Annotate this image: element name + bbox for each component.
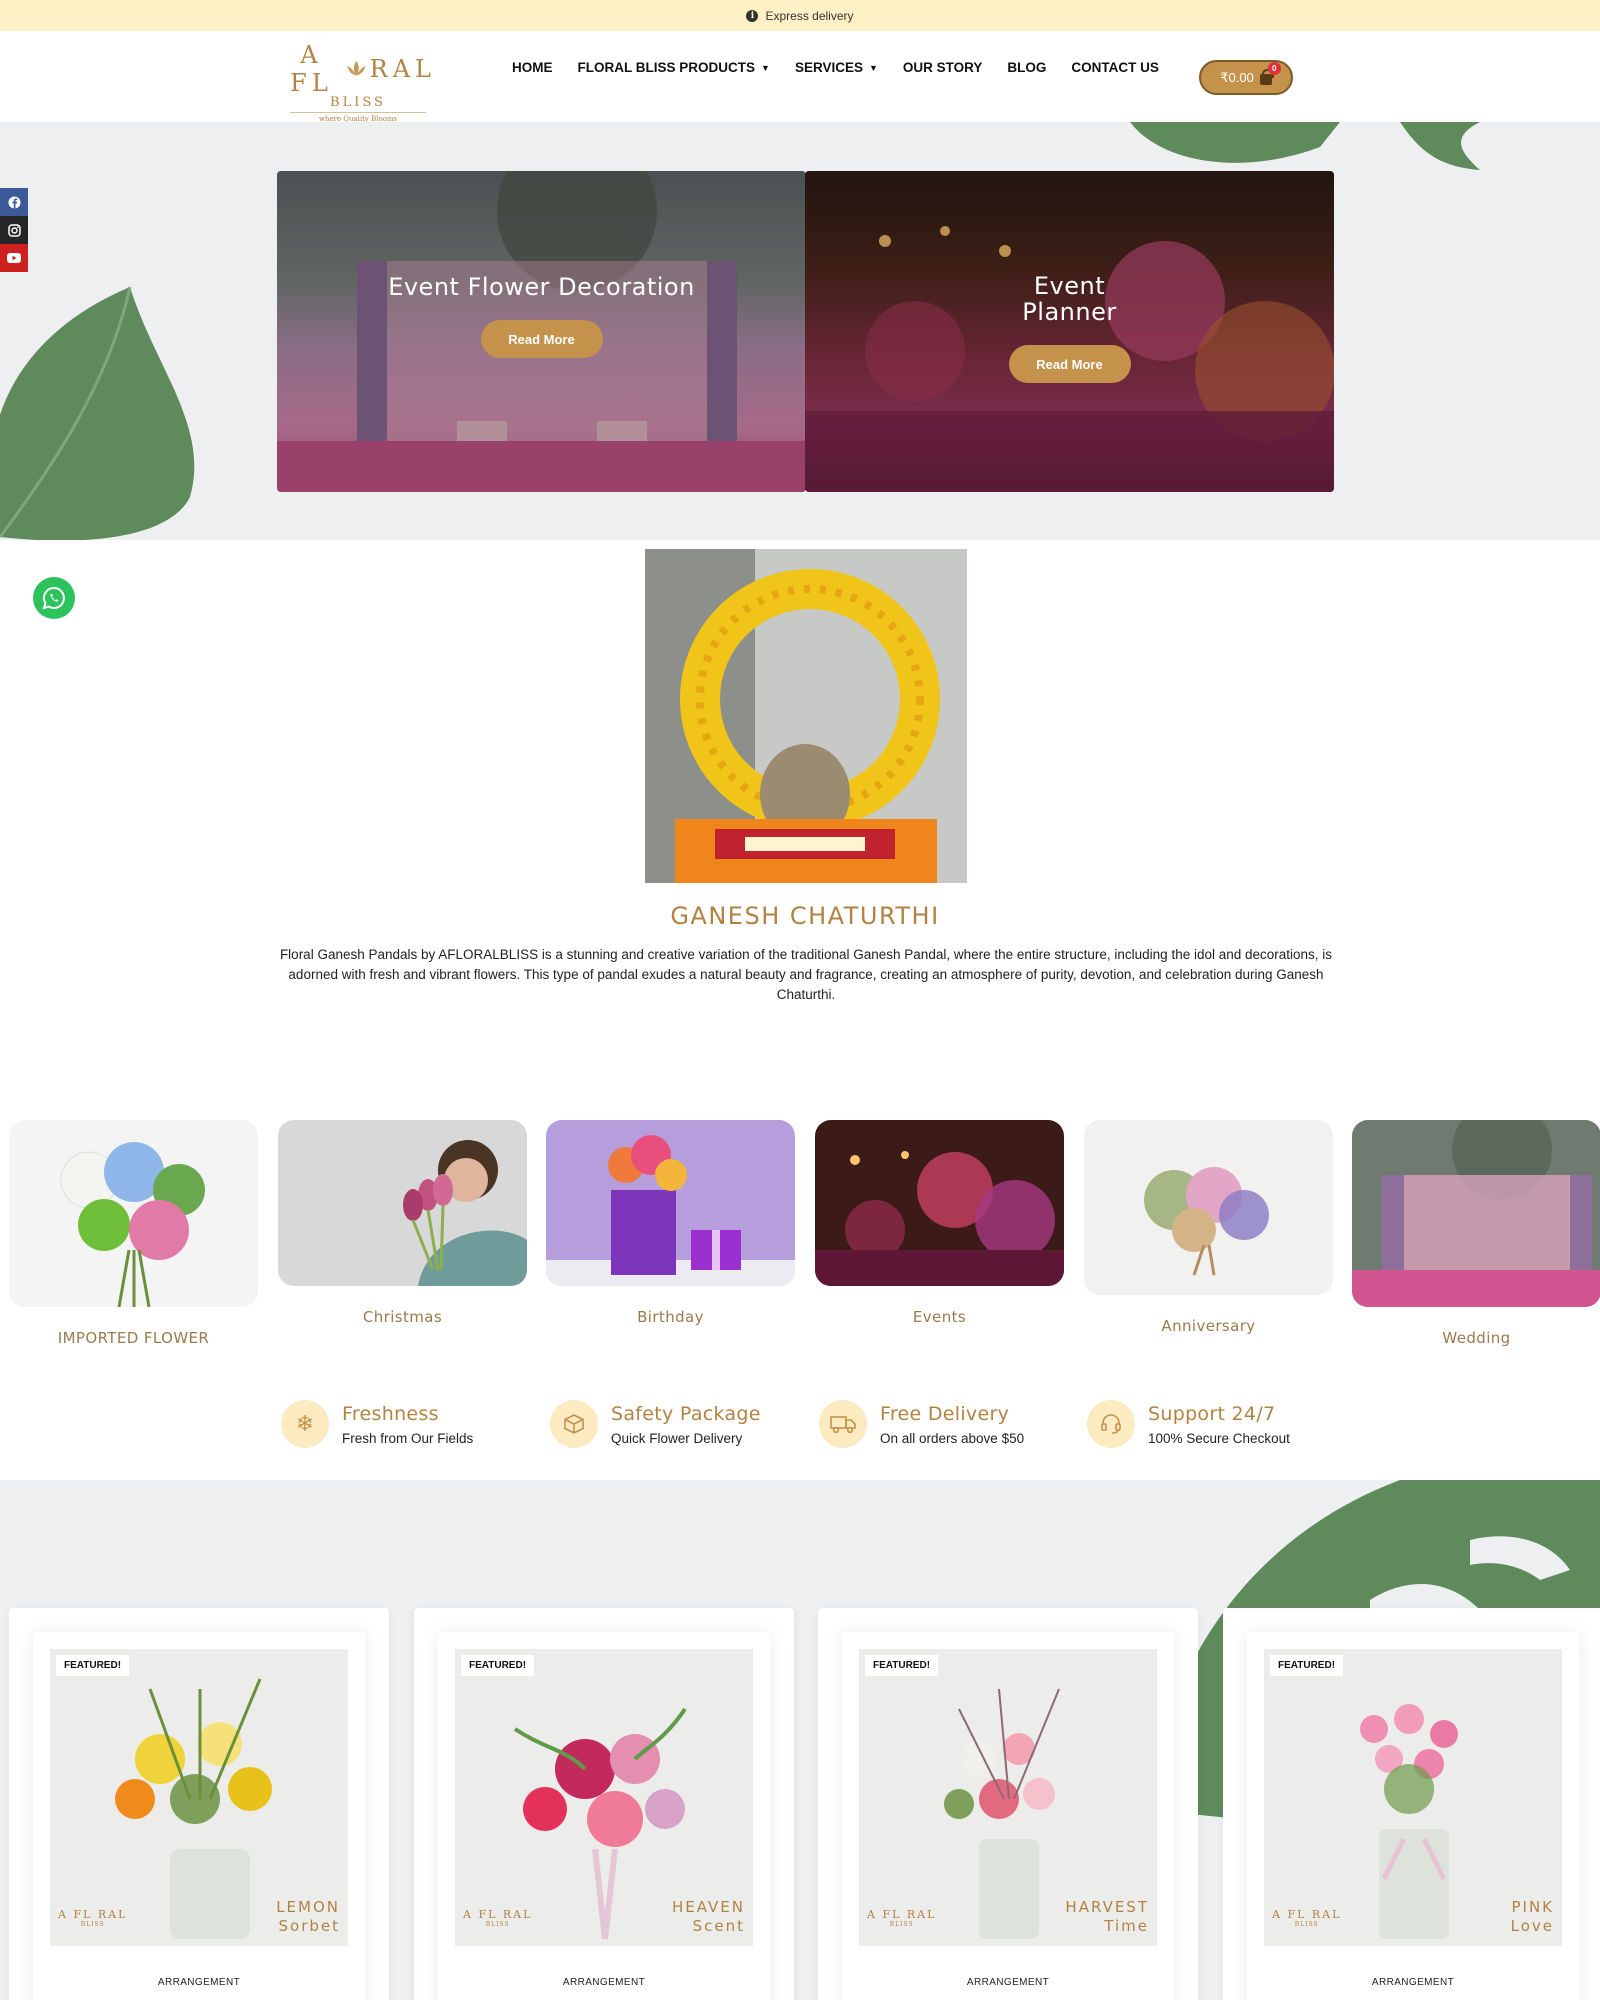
product-category: ARRANGEMENT: [1371, 1977, 1455, 1988]
product-image-title: HARVEST Time: [1065, 1898, 1149, 1935]
product-card-harvest-time[interactable]: FEATURED! A FL RAL BLISS HARVEST Time ARRA…: [818, 1608, 1198, 2000]
category-birthday[interactable]: Birthday: [546, 1120, 795, 1326]
product-image: FEATURED! A FL RAL BLISS HARVEST Time: [859, 1649, 1157, 1946]
category-image: [1084, 1120, 1333, 1295]
hero-section: Event Flower Decoration Read More Event …: [0, 122, 1600, 540]
nav-contact-us[interactable]: CONTACT US: [1071, 60, 1159, 75]
product-image: FEATURED! A FL RAL BLISS LEMON Sorbet: [50, 1649, 348, 1946]
topbar: i Express delivery: [0, 0, 1600, 31]
whatsapp-button[interactable]: [33, 577, 75, 619]
read-more-button[interactable]: Read More: [480, 320, 603, 358]
logo-subtitle: BLISS: [330, 95, 386, 110]
product-image: FEATURED! A FL RAL BLISS HEAVEN Scent: [455, 1649, 753, 1946]
logo-text-right: RAL: [369, 55, 436, 83]
facebook-icon[interactable]: [0, 188, 28, 216]
chevron-down-icon: ▼: [868, 62, 878, 73]
product-category: ARRANGEMENT: [966, 1977, 1050, 1988]
product-image: FEATURED! A FL RAL BLISS PINK Love: [1264, 1649, 1562, 1946]
product-logo: A FL RAL BLISS: [867, 1908, 937, 1928]
event-decoration-card[interactable]: Event Flower Decoration Read More: [277, 171, 806, 492]
nav-our-story[interactable]: OUR STORY: [903, 60, 983, 75]
category-anniversary[interactable]: Anniversary: [1084, 1120, 1333, 1335]
product-category: ARRANGEMENT: [562, 1977, 646, 1988]
site-logo[interactable]: A FL RAL BLISS where Quality Blooms: [280, 41, 436, 123]
youtube-icon[interactable]: [0, 244, 28, 272]
lotus-icon: [347, 60, 366, 76]
product-card-heaven-scent[interactable]: FEATURED! A FL RAL BLISS HEAVEN Scent ARRA…: [414, 1608, 794, 2000]
feature-freshness: ❄ Freshness Fresh from Our Fields: [281, 1400, 473, 1448]
support-icon: [1087, 1400, 1135, 1448]
cart-button[interactable]: ₹0.00 0: [1199, 60, 1293, 95]
product-logo: A FL RAL BLISS: [58, 1908, 128, 1928]
feature-support: Support 24/7 100% Secure Checkout: [1087, 1400, 1290, 1448]
product-category: ARRANGEMENT: [157, 1977, 241, 1988]
card-title: Event Planner: [1022, 272, 1117, 326]
product-logo: A FL RAL BLISS: [1272, 1908, 1342, 1928]
category-events[interactable]: Events: [815, 1120, 1064, 1326]
featured-badge: FEATURED!: [865, 1655, 939, 1676]
ganesh-title: GANESH CHATURTHI: [670, 902, 940, 930]
shopping-bag-icon: 0: [1259, 61, 1281, 85]
product-image-title: PINK Love: [1510, 1898, 1554, 1935]
feature-free-delivery: Free Delivery On all orders above $50: [819, 1400, 1024, 1448]
product-card-lemon-sorbet[interactable]: FEATURED! A FL RAL BLISS LEMON Sorbet ARRA…: [9, 1608, 389, 2000]
ganesh-description: Floral Ganesh Pandals by AFLORALBLISS is…: [279, 947, 1333, 1002]
category-image: [9, 1120, 258, 1307]
nav-floral-bliss-products[interactable]: FLORAL BLISS PRODUCTS ▼: [578, 60, 770, 75]
social-sidebar: [0, 188, 28, 272]
truck-icon: [819, 1400, 867, 1448]
featured-badge: FEATURED!: [461, 1655, 535, 1676]
feature-safety-package: Safety Package Quick Flower Delivery: [550, 1400, 761, 1448]
chevron-down-icon: ▼: [761, 62, 770, 73]
category-image: [1352, 1120, 1600, 1307]
nav-services[interactable]: SERVICES ▼: [795, 60, 878, 75]
leaf-decoration-right: [1130, 122, 1480, 170]
card-title: Event Flower Decoration: [388, 273, 695, 301]
snowflake-icon: ❄: [281, 1400, 329, 1448]
read-more-button[interactable]: Read More: [1008, 345, 1131, 383]
site-header: A FL RAL BLISS where Quality Blooms HOME…: [0, 31, 1600, 123]
leaf-decoration-left: [0, 286, 195, 540]
category-image: [546, 1120, 795, 1286]
category-wedding[interactable]: Wedding: [1352, 1120, 1600, 1347]
cart-count-badge: 0: [1267, 61, 1281, 75]
info-icon: i: [746, 9, 759, 22]
featured-badge: FEATURED!: [1270, 1655, 1344, 1676]
product-image-title: HEAVEN Scent: [671, 1898, 745, 1935]
category-imported-flower[interactable]: IMPORTED FLOWER: [9, 1120, 258, 1347]
product-card-pink-love[interactable]: FEATURED! A FL RAL BLISS PINK Love ARRANGE…: [1223, 1608, 1600, 2000]
ganesh-pandal-image: [645, 549, 967, 883]
category-image: [815, 1120, 1064, 1286]
package-icon: [550, 1400, 598, 1448]
category-christmas[interactable]: Christmas: [278, 1120, 527, 1326]
product-logo: A FL RAL BLISS: [463, 1908, 533, 1928]
category-image: [278, 1120, 527, 1286]
event-planner-card[interactable]: Event Planner Read More: [805, 171, 1334, 492]
featured-badge: FEATURED!: [56, 1655, 130, 1676]
logo-text-left: A FL: [290, 41, 333, 97]
main-nav: HOME FLORAL BLISS PRODUCTS ▼ SERVICES ▼ OU…: [512, 60, 1159, 75]
product-image-title: LEMON Sorbet: [276, 1898, 340, 1935]
nav-blog[interactable]: BLOG: [1007, 60, 1046, 75]
whatsapp-icon: [42, 586, 65, 610]
featured-products-section: FEATURED! A FL RAL BLISS LEMON Sorbet ARRA…: [0, 1480, 1600, 2000]
cart-amount: ₹0.00: [1220, 69, 1254, 85]
instagram-icon[interactable]: [0, 216, 28, 244]
topbar-text: Express delivery: [765, 8, 854, 23]
nav-home[interactable]: HOME: [512, 60, 553, 75]
